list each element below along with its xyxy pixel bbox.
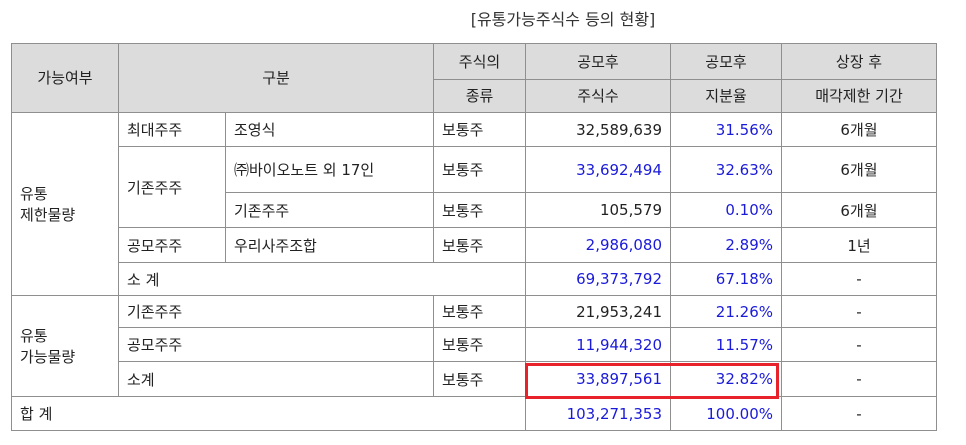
table-row: 유통 제한물량 최대주주 조영식 보통주 32,589,639 31.56% 6… — [11, 112, 937, 296]
existing-a-name: ㈜바이오노트 외 17인 — [225, 146, 434, 193]
table-row: 소 계 69,373,792 67.18% - — [12, 262, 937, 296]
header-shares-1: 공모후 — [525, 43, 671, 80]
header-category: 구분 — [118, 43, 434, 113]
largest-name: 조영식 — [225, 112, 434, 147]
table-caption: [유통가능주식수 등의 현황] — [470, 10, 656, 29]
restricted-subtotal-shares: 69,373,792 — [525, 262, 671, 296]
total-ratio: 100.00% — [670, 396, 782, 431]
tradable-subtotal-type: 보통주 — [433, 361, 526, 397]
tradable-subtotal-ratio: 32.82% — [670, 361, 782, 397]
existing-b-name: 기존주주 — [225, 192, 434, 228]
tradable-label-line2: 가능물량 — [20, 348, 76, 366]
offering-name: 우리사주조합 — [225, 227, 434, 263]
restricted-subtotal-ratio: 67.18% — [670, 262, 782, 296]
tradable-subtotal-period: - — [781, 361, 937, 397]
existing-b-period: 6개월 — [781, 192, 937, 228]
offering-group: 공모주주 — [118, 227, 226, 263]
table-row: 유통 가능물량 기존주주 보통주 21,953,241 21.26% - — [11, 295, 937, 397]
tradable-offering-shares: 11,944,320 — [525, 327, 671, 362]
tradable-existing-period: - — [781, 295, 937, 328]
existing-a-period: 6개월 — [781, 146, 937, 193]
header-ratio-1: 공모후 — [670, 43, 782, 80]
header-lockup-1: 상장 후 — [781, 43, 937, 80]
total-shares: 103,271,353 — [525, 396, 671, 431]
table-row: 공모주주 우리사주조합 보통주 2,986,080 2.89% 1년 — [12, 227, 937, 263]
existing-b-shares: 105,579 — [525, 192, 671, 228]
existing-a-ratio: 32.63% — [670, 146, 782, 193]
largest-period: 6개월 — [781, 112, 937, 147]
restricted-label-line1: 유통 — [20, 185, 48, 203]
offering-shares: 2,986,080 — [525, 227, 671, 263]
restricted-subtotal-label: 소 계 — [118, 262, 526, 296]
header-shares-2: 주식수 — [525, 79, 671, 113]
existing-b-type: 보통주 — [433, 192, 526, 228]
tradable-existing-type: 보통주 — [433, 295, 526, 328]
existing-a-type: 보통주 — [433, 146, 526, 193]
tradable-offering-type: 보통주 — [433, 327, 526, 362]
tradable-label-line1: 유통 — [20, 327, 48, 345]
header-stock-type-2: 종류 — [433, 79, 526, 113]
tradable-existing-ratio: 21.26% — [670, 295, 782, 328]
table-row: 합 계 103,271,353 100.00% - — [11, 396, 937, 431]
largest-type: 보통주 — [433, 112, 526, 147]
offering-type: 보통주 — [433, 227, 526, 263]
restricted-subtotal-period: - — [781, 262, 937, 296]
existing-group: 기존주주 — [118, 146, 226, 228]
tradable-existing-name: 기존주주 — [118, 295, 434, 328]
tradable-offering-period: - — [781, 327, 937, 362]
table-row: 공모주주 보통주 11,944,320 11.57% - — [12, 327, 937, 362]
header-ratio-2: 지분율 — [670, 79, 782, 113]
restricted-label: 유통 제한물량 — [11, 112, 119, 296]
offering-period: 1년 — [781, 227, 937, 263]
header-lockup-2: 매각제한 기간 — [781, 79, 937, 113]
tradable-subtotal-label: 소계 — [118, 361, 434, 397]
tradable-offering-name: 공모주주 — [118, 327, 434, 362]
header-availability: 가능여부 — [11, 43, 119, 113]
total-period: - — [781, 396, 937, 431]
tradable-subtotal-shares: 33,897,561 — [525, 361, 671, 397]
header-stock-type-1: 주식의 — [433, 43, 526, 80]
tradable-existing-shares: 21,953,241 — [525, 295, 671, 328]
existing-a-shares: 33,692,494 — [525, 146, 671, 193]
offering-ratio: 2.89% — [670, 227, 782, 263]
largest-ratio: 31.56% — [670, 112, 782, 147]
largest-group: 최대주주 — [118, 112, 226, 147]
tradable-label: 유통 가능물량 — [11, 295, 119, 397]
total-label: 합 계 — [11, 396, 526, 431]
largest-shares: 32,589,639 — [525, 112, 671, 147]
table-row: 기존주주 ㈜바이오노트 외 17인 보통주 33,692,494 32.63% … — [12, 146, 937, 228]
tradable-shares-table: 가능여부 구분 주식의 공모후 공모후 상장 후 종류 주식수 지분율 매각제한… — [11, 43, 937, 431]
existing-b-ratio: 0.10% — [670, 192, 782, 228]
restricted-label-line2: 제한물량 — [20, 206, 76, 224]
tradable-offering-ratio: 11.57% — [670, 327, 782, 362]
table-row: 소계 보통주 33,897,561 32.82% - — [12, 361, 937, 397]
